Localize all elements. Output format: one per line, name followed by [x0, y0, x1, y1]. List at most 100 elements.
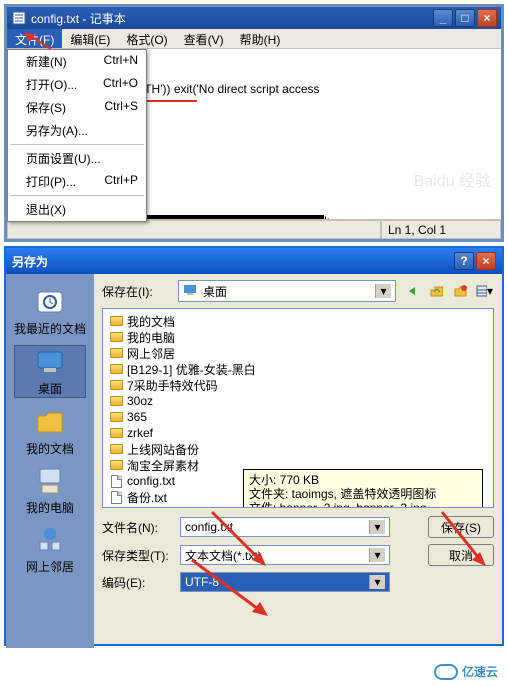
close-button[interactable]: ×: [477, 9, 497, 27]
help-button[interactable]: ?: [454, 252, 474, 270]
filetype-label: 保存类型(T):: [102, 547, 172, 564]
right-pane: 保存在(I): 桌面 ▾ ▾ 我的文档我的电脑网上邻居[B129-1] 优雅-女…: [94, 274, 502, 648]
chevron-down-icon: ▾: [369, 520, 385, 534]
file-name: [B129-1] 优雅-女装-黑白: [127, 361, 256, 378]
tooltip-line: 文件: banner_2.jpg, banner_3.jpg, banner_4…: [249, 501, 477, 508]
encoding-label: 编码(E):: [102, 574, 172, 591]
menu-new[interactable]: 新建(N) Ctrl+N: [8, 50, 146, 73]
file-list-item[interactable]: 网上邻居: [107, 345, 489, 361]
computer-icon: [34, 465, 66, 497]
filetype-select[interactable]: 文本文档(*.txt) ▾: [180, 545, 390, 565]
logo-text: 亿速云: [462, 663, 498, 680]
file-name: 网上邻居: [127, 345, 175, 362]
menu-new-shortcut: Ctrl+N: [104, 53, 138, 70]
cancel-button[interactable]: 取消: [428, 544, 494, 566]
tooltip-line: 文件夹: taoimgs, 遮盖特效透明图标: [249, 487, 477, 501]
folder-icon: [109, 378, 123, 392]
place-mycomp[interactable]: 我的电脑: [14, 465, 86, 516]
place-mydocs[interactable]: 我的文档: [14, 406, 86, 457]
folder-icon: [109, 458, 123, 472]
back-button[interactable]: [402, 281, 422, 301]
place-label: 我的文档: [14, 440, 86, 457]
dialog-title: 另存为: [12, 253, 454, 270]
code-line: ';: [324, 214, 330, 219]
menu-print[interactable]: 打印(P)... Ctrl+P: [8, 170, 146, 193]
menu-save-shortcut: Ctrl+S: [104, 99, 138, 116]
menu-exit[interactable]: 退出(X): [8, 198, 146, 221]
menu-saveas[interactable]: 另存为(A)...: [8, 119, 146, 142]
place-label: 我最近的文档: [14, 320, 86, 337]
file-name: 我的文档: [127, 313, 175, 330]
folder-icon: [109, 394, 123, 408]
new-folder-button[interactable]: [450, 281, 470, 301]
title-bar: config.txt - 记事本 _ □ ×: [7, 7, 501, 29]
file-list-item[interactable]: 我的文档: [107, 313, 489, 329]
dialog-close-button[interactable]: ×: [476, 252, 496, 270]
status-bar: Ln 1, Col 1: [7, 219, 501, 239]
menu-print-shortcut: Ctrl+P: [104, 173, 138, 190]
menu-edit[interactable]: 编辑(E): [62, 29, 118, 48]
filename-value: config.txt: [185, 520, 233, 534]
notepad-window: config.txt - 记事本 _ □ × 文件(F) 编辑(E) 格式(O)…: [4, 4, 504, 242]
filename-input[interactable]: config.txt ▾: [180, 517, 390, 537]
file-list-item[interactable]: [B129-1] 优雅-女装-黑白: [107, 361, 489, 377]
file-name: 我的电脑: [127, 329, 175, 346]
menu-save[interactable]: 保存(S) Ctrl+S: [8, 96, 146, 119]
lookin-combo[interactable]: 桌面 ▾: [178, 280, 396, 302]
file-list-item[interactable]: 我的电脑: [107, 329, 489, 345]
menu-open-shortcut: Ctrl+O: [103, 76, 138, 93]
file-list-item[interactable]: 365: [107, 409, 489, 425]
folder-icon: [109, 314, 123, 328]
tooltip: 大小: 770 KB 文件夹: taoimgs, 遮盖特效透明图标 文件: ba…: [243, 469, 483, 508]
file-name: 365: [127, 410, 147, 424]
file-list[interactable]: 我的文档我的电脑网上邻居[B129-1] 优雅-女装-黑白7采助手特效代码30o…: [102, 308, 494, 508]
menu-open[interactable]: 打开(O)... Ctrl+O: [8, 73, 146, 96]
folder-icon: [109, 346, 123, 360]
file-list-item[interactable]: zrkef: [107, 425, 489, 441]
file-name: config.txt: [127, 474, 175, 488]
menu-separator: [10, 195, 144, 196]
place-recent[interactable]: 我最近的文档: [14, 286, 86, 337]
place-label: 网上邻居: [14, 558, 86, 575]
save-button[interactable]: 保存(S): [428, 516, 494, 538]
menu-exit-label: 退出(X): [26, 201, 66, 218]
menu-saveas-label: 另存为(A)...: [26, 122, 88, 139]
maximize-button[interactable]: □: [455, 9, 475, 27]
minimize-button[interactable]: _: [433, 9, 453, 27]
window-controls: _ □ ×: [433, 9, 497, 27]
menu-new-label: 新建(N): [26, 53, 67, 70]
file-name: 7采助手特效代码: [127, 377, 218, 394]
desktop-icon: [34, 346, 66, 378]
place-desktop[interactable]: 桌面: [14, 345, 86, 398]
file-list-item[interactable]: 7采助手特效代码: [107, 377, 489, 393]
menu-format[interactable]: 格式(O): [118, 29, 175, 48]
menu-view[interactable]: 查看(V): [176, 29, 232, 48]
menu-open-label: 打开(O)...: [26, 76, 77, 93]
file-name: 地址.txt: [127, 505, 167, 509]
menu-help[interactable]: 帮助(H): [232, 29, 289, 48]
file-list-item[interactable]: 30oz: [107, 393, 489, 409]
menu-pagesetup-label: 页面设置(U)...: [26, 150, 101, 167]
desktop-icon: [183, 283, 199, 300]
up-one-level-button[interactable]: [426, 281, 446, 301]
menu-pagesetup[interactable]: 页面设置(U)...: [8, 147, 146, 170]
encoding-select[interactable]: UTF-8 ▾: [180, 572, 390, 592]
lookin-label: 保存在(I):: [102, 283, 172, 300]
chevron-down-icon: ▾: [369, 548, 385, 562]
place-network[interactable]: 网上邻居: [14, 524, 86, 575]
folder-icon: [109, 362, 123, 376]
folder-icon: [109, 426, 123, 440]
views-button[interactable]: ▾: [474, 281, 494, 301]
menu-save-label: 保存(S): [26, 99, 66, 116]
file-list-item[interactable]: 上线网站备份: [107, 441, 489, 457]
menu-print-label: 打印(P)...: [26, 173, 76, 190]
mydocs-icon: [34, 406, 66, 438]
folder-icon: [109, 442, 123, 456]
lookin-value: 桌面: [203, 283, 227, 300]
menu-file[interactable]: 文件(F): [7, 29, 62, 48]
recent-docs-icon: [34, 286, 66, 318]
filename-label: 文件名(N):: [102, 519, 172, 536]
file-name: 30oz: [127, 394, 153, 408]
filetype-value: 文本文档(*.txt): [185, 547, 262, 564]
chevron-down-icon: ▾: [375, 284, 391, 298]
